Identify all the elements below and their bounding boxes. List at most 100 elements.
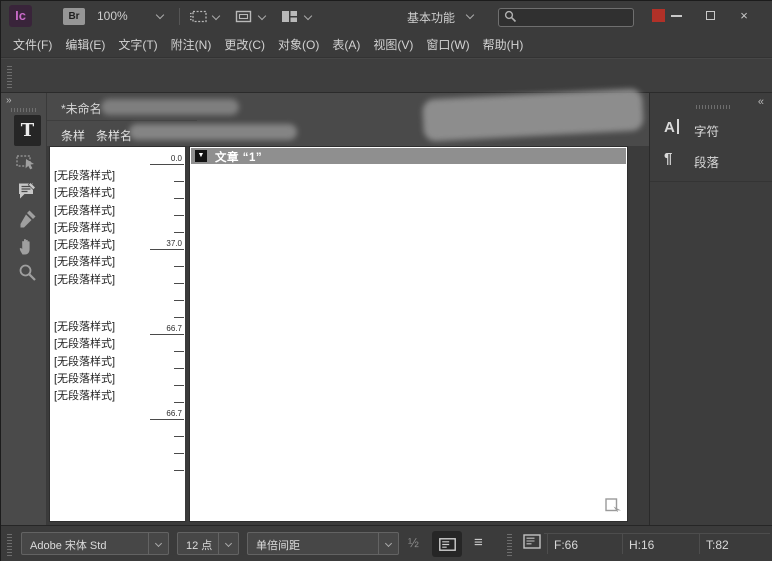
ruler-major-tick [150,334,184,335]
character-panel-label: 字符 [694,121,719,140]
app-toolbar: abc✓ ¶ ≡ [1,58,772,93]
statusbar-grip[interactable] [507,534,512,556]
menu-notes[interactable]: 附注(N) [171,36,212,53]
story-title: 文章 “1” [215,149,262,165]
search-input[interactable] [498,8,634,27]
close-icon: × [740,9,748,22]
screen-mode-icon[interactable] [235,10,252,28]
stats-divider [622,533,623,554]
zoom-level-value[interactable]: 100% [97,9,128,23]
stat-total: T:82 [706,538,729,552]
galley-style-label: [无段落样式] [54,254,115,271]
zoom-tool[interactable] [13,260,41,284]
workspace-switcher[interactable]: 基本功能 [407,9,455,26]
galley-view-icon [439,538,456,551]
galley-style-label: [无段落样式] [54,237,115,254]
tab-row-divider [47,120,197,121]
incopy-logo: Ic [9,5,32,27]
character-panel-button[interactable]: A 字符 [650,115,772,143]
paragraph-panel-label: 段落 [694,152,719,171]
menu-type[interactable]: 文字(T) [118,36,157,53]
hand-icon [17,236,37,256]
leading-select[interactable]: 单倍间距 [247,532,399,555]
toolbar-grip[interactable] [7,66,12,88]
hand-tool[interactable] [13,234,41,258]
galley-style-label: [无段落样式] [54,185,115,202]
tools-grip[interactable] [11,108,37,112]
leading-value: 单倍间距 [256,537,300,553]
font-family-select[interactable]: Adobe 宋体 Std [21,532,169,555]
galley-view-button[interactable] [432,531,462,557]
panel-tab-styles-2[interactable]: 条样名 [96,127,132,144]
galley-style-group: [无段落样式] [无段落样式] [无段落样式] [无段落样式] [无段落样式] [54,319,115,405]
menu-window[interactable]: 窗口(W) [426,36,469,53]
chevron-down-icon[interactable] [156,11,164,19]
galley-style-column: [无段落样式] [无段落样式] [无段落样式] [无段落样式] [无段落样式] … [49,146,187,522]
view-options-icon[interactable] [189,10,207,28]
ruler-major-tick [150,419,184,420]
title-bar: Ic Br 100% 基本功能 × [1,1,772,31]
font-family-value: Adobe 宋体 Std [30,537,106,553]
panel-tab-styles[interactable]: 条样 [61,127,85,144]
menu-object[interactable]: 对象(O) [278,36,319,53]
search-icon [504,10,517,23]
minimize-button[interactable] [663,6,689,25]
menu-bar: 文件(F) 编辑(E) 文字(T) 附注(N) 更改(C) 对象(O) 表(A)… [1,31,772,58]
note-tool[interactable] [13,179,41,203]
position-tool[interactable] [13,151,41,175]
font-size-value: 12 点 [186,537,212,553]
chevron-down-icon[interactable] [304,12,312,20]
font-size-select[interactable]: 12 点 [177,532,239,555]
chevron-down-icon [378,533,398,554]
right-dock: « A 字符 ¶ 段落 [649,93,772,525]
statusbar-grip[interactable] [7,534,12,556]
dock-grip[interactable] [696,105,730,109]
galley-text-area[interactable]: ▼ 文章 “1” [189,146,628,522]
chevron-down-icon[interactable] [258,12,266,20]
page-jump-icon[interactable] [605,498,622,517]
depth-ruler-ticks [174,164,184,482]
panel-divider [650,181,772,182]
menu-edit[interactable]: 编辑(E) [65,36,105,53]
galley-style-label: [无段落样式] [54,371,115,388]
statusbar-menu-button[interactable]: ≡ [474,534,483,551]
copyfit-info-icon [523,534,541,554]
galley-style-label: [无段落样式] [54,220,115,237]
smudge-artifact [101,99,239,115]
chevron-down-icon[interactable] [212,12,220,20]
menu-changes[interactable]: 更改(C) [224,36,265,53]
search-field-wrap [498,7,634,26]
menu-view[interactable]: 视图(V) [373,36,413,53]
story-header-bar[interactable]: ▼ 文章 “1” [191,148,626,164]
eyedropper-icon [17,209,37,229]
arrange-documents-icon[interactable] [281,10,298,28]
eyedropper-tool[interactable] [13,207,41,231]
expand-panel-icon[interactable]: » [6,95,11,106]
expand-dock-icon[interactable]: « [758,96,763,108]
magnifier-icon [18,263,37,282]
line-number-icon[interactable]: ½ [408,535,419,550]
smudge-artifact [129,124,297,140]
incopy-window: Ic Br 100% 基本功能 × 文件(F) 编辑(E) 文字(T) 附注(N… [0,0,772,561]
bridge-button[interactable]: Br [63,8,85,25]
galley-style-label: [无段落样式] [54,336,115,353]
menu-table[interactable]: 表(A) [332,36,360,53]
story-collapse-icon[interactable]: ▼ [195,150,207,162]
type-tool[interactable]: T [14,115,41,146]
galley-style-group: [无段落样式] [无段落样式] [无段落样式] [无段落样式] [无段落样式] … [54,168,115,289]
ruler-label: 66.7 [146,409,182,418]
menu-help[interactable]: 帮助(H) [483,36,524,53]
stats-divider [544,533,770,534]
document-tab[interactable]: *未命名 [61,100,102,117]
separator [179,8,180,25]
chevron-down-icon [218,533,238,554]
close-button[interactable]: × [731,6,757,25]
paragraph-panel-button[interactable]: ¶ 段落 [650,146,772,174]
chevron-down-icon[interactable] [466,11,474,19]
ruler-label: 0.0 [146,154,182,163]
galley-style-label: [无段落样式] [54,272,115,289]
menu-file[interactable]: 文件(F) [13,36,52,53]
maximize-button[interactable] [697,6,723,25]
maximize-icon [706,11,715,20]
ruler-label: 37.0 [146,239,182,248]
